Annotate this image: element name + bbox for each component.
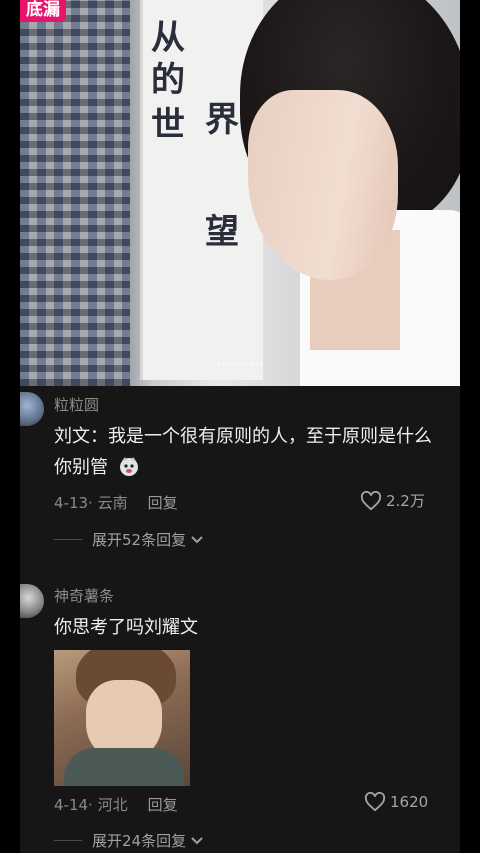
comment-image[interactable]	[54, 650, 190, 786]
comment-text: 刘文：我是一个很有原则的人，至于原则是什么	[54, 426, 432, 447]
comment-panel: 从 的 世 界 望 ABOVGAWYE 底漏 粒粒圆 刘文：我是一个很有原则的人…	[20, 0, 460, 853]
avatar[interactable]	[20, 392, 44, 426]
poster-char: 从	[151, 18, 187, 58]
like-count: 2.2万	[386, 492, 425, 510]
divider	[54, 539, 82, 540]
comment-item: 神奇薯条 你思考了吗刘耀文 4-14· 河北 回复 1620 展开24条回复	[20, 578, 460, 853]
chevron-down-icon	[191, 836, 203, 844]
comment-meta: 4-13· 云南 回复	[54, 492, 178, 513]
poster-char: 界	[205, 100, 241, 140]
badge-label: 底漏	[20, 0, 66, 22]
like-count: 1620	[390, 793, 429, 811]
video-background-wall	[20, 0, 130, 386]
heart-icon	[364, 792, 386, 812]
reply-button[interactable]: 回复	[148, 796, 178, 814]
poster-char: 世	[151, 105, 187, 145]
comment-text-line2: 你别管	[54, 453, 140, 483]
divider	[54, 840, 82, 841]
avatar[interactable]	[20, 584, 44, 618]
image-shirt	[64, 748, 184, 786]
video-player[interactable]: 从 的 世 界 望 ABOVGAWYE 底漏	[20, 0, 460, 386]
comment-meta: 4-14· 河北 回复	[54, 794, 178, 815]
comment-date-location: 4-13· 云南	[54, 494, 128, 512]
video-watermark: ABOVGAWYE	[217, 361, 265, 368]
comment-text-fragment: 你别管	[54, 457, 108, 478]
person-face	[248, 90, 398, 280]
comment-username[interactable]: 粒粒圆	[54, 394, 99, 415]
reply-button[interactable]: 回复	[148, 494, 178, 512]
like-button[interactable]: 2.2万	[360, 490, 425, 511]
expand-replies-label: 展开24条回复	[92, 832, 187, 850]
heart-icon	[360, 490, 382, 510]
comment-date-location: 4-14· 河北	[54, 796, 128, 814]
like-button[interactable]: 1620	[364, 792, 428, 812]
chevron-down-icon	[191, 535, 203, 543]
comment-item: 粒粒圆 刘文：我是一个很有原则的人，至于原则是什么 你别管 4-13· 云南 回复	[20, 386, 460, 566]
poster-char: 望	[205, 212, 241, 252]
expand-replies-label: 展开52条回复	[92, 531, 187, 549]
comment-text: 你思考了吗刘耀文	[54, 617, 198, 638]
poster-char: 的	[151, 60, 187, 100]
expand-replies-button[interactable]: 展开52条回复	[54, 529, 204, 550]
comment-username[interactable]: 神奇薯条	[54, 585, 114, 606]
app-frame: 从 的 世 界 望 ABOVGAWYE 底漏 粒粒圆 刘文：我是一个很有原则的人…	[0, 0, 480, 853]
expand-replies-button[interactable]: 展开24条回复	[54, 830, 204, 851]
emoji-icon	[119, 457, 138, 476]
